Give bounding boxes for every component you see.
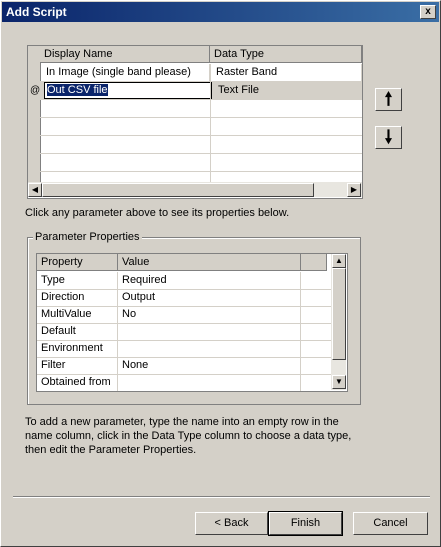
scroll-down-icon[interactable]: ▼ — [332, 375, 346, 389]
table-row[interactable] — [28, 118, 362, 136]
column-header-extra — [301, 254, 327, 271]
param-type-cell[interactable]: Raster Band — [212, 64, 362, 81]
arrow-up-icon: 🠕 — [384, 89, 393, 109]
arrow-down-icon: 🠗 — [384, 127, 393, 147]
table-row[interactable] — [28, 136, 362, 154]
table-row[interactable]: @ Out CSV file Text File — [28, 82, 362, 100]
table-row[interactable]: Environment — [37, 340, 331, 358]
scroll-thumb[interactable] — [42, 183, 314, 197]
property-name: MultiValue — [37, 306, 118, 323]
property-value[interactable]: None — [118, 357, 301, 374]
table-row[interactable]: MultiValue No — [37, 306, 331, 324]
move-down-button[interactable]: 🠗 — [375, 126, 402, 149]
column-header-data-type[interactable]: Data Type — [210, 46, 362, 63]
property-value[interactable]: No — [118, 306, 301, 323]
property-value[interactable] — [118, 374, 301, 391]
param-type-cell[interactable]: Text File — [214, 82, 362, 99]
help-line-3: then edit the Parameter Properties. — [25, 444, 197, 456]
param-name-edit-input[interactable]: Out CSV file — [44, 82, 212, 99]
title-bar: Add Script x — [2, 2, 439, 22]
table-row[interactable]: Obtained from — [37, 374, 331, 391]
table-row[interactable] — [28, 100, 362, 118]
scroll-thumb[interactable] — [332, 268, 346, 360]
help-line-1: To add a new parameter, type the name in… — [25, 416, 339, 428]
table-row[interactable]: Direction Output — [37, 289, 331, 307]
edit-row-marker: @ — [30, 85, 41, 96]
param-name-cell[interactable]: In Image (single band please) — [42, 64, 210, 81]
property-name: Type — [37, 272, 118, 289]
property-name: Environment — [37, 340, 118, 357]
scroll-left-icon[interactable]: ◀ — [28, 183, 42, 197]
finish-button[interactable]: Finish — [268, 511, 343, 536]
close-icon: x — [425, 6, 431, 17]
property-value[interactable]: Required — [118, 272, 301, 289]
column-header-value[interactable]: Value — [118, 254, 301, 271]
horizontal-scrollbar[interactable]: ◀ ▶ — [28, 182, 362, 197]
table-row[interactable] — [28, 154, 362, 172]
column-divider — [210, 64, 211, 182]
scroll-right-icon[interactable]: ▶ — [347, 183, 361, 197]
group-title: Parameter Properties — [33, 231, 142, 243]
move-up-button[interactable]: 🠕 — [375, 88, 402, 111]
add-script-dialog: Add Script x Display Name Data Type In I… — [0, 0, 441, 547]
property-value[interactable] — [118, 340, 301, 357]
column-header-display-name[interactable]: Display Name — [40, 46, 210, 63]
table-row[interactable]: Type Required — [37, 272, 331, 290]
parameters-hint: Click any parameter above to see its pro… — [25, 207, 290, 219]
cancel-button[interactable]: Cancel — [353, 512, 428, 535]
window-title: Add Script — [6, 5, 67, 19]
table-row[interactable]: Default — [37, 323, 331, 341]
parameters-grid[interactable]: Display Name Data Type In Image (single … — [27, 45, 363, 199]
close-button[interactable]: x — [420, 5, 436, 19]
back-button[interactable]: < Back — [195, 512, 268, 535]
property-name: Default — [37, 323, 118, 340]
footer-separator — [13, 496, 430, 498]
table-row[interactable]: Filter None — [37, 357, 331, 375]
scroll-up-icon[interactable]: ▲ — [332, 254, 346, 268]
column-header-property[interactable]: Property — [37, 254, 118, 271]
property-value[interactable] — [118, 323, 301, 340]
property-name: Direction — [37, 289, 118, 306]
table-row[interactable]: In Image (single band please) Raster Ban… — [28, 64, 362, 82]
properties-grid[interactable]: Property Value Type Required Direction O… — [36, 253, 348, 392]
property-value[interactable]: Output — [118, 289, 301, 306]
property-name: Filter — [37, 357, 118, 374]
property-name: Obtained from — [37, 374, 118, 391]
vertical-scrollbar[interactable]: ▲ ▼ — [331, 254, 346, 390]
help-line-2: name column, click in the Data Type colu… — [25, 430, 352, 442]
